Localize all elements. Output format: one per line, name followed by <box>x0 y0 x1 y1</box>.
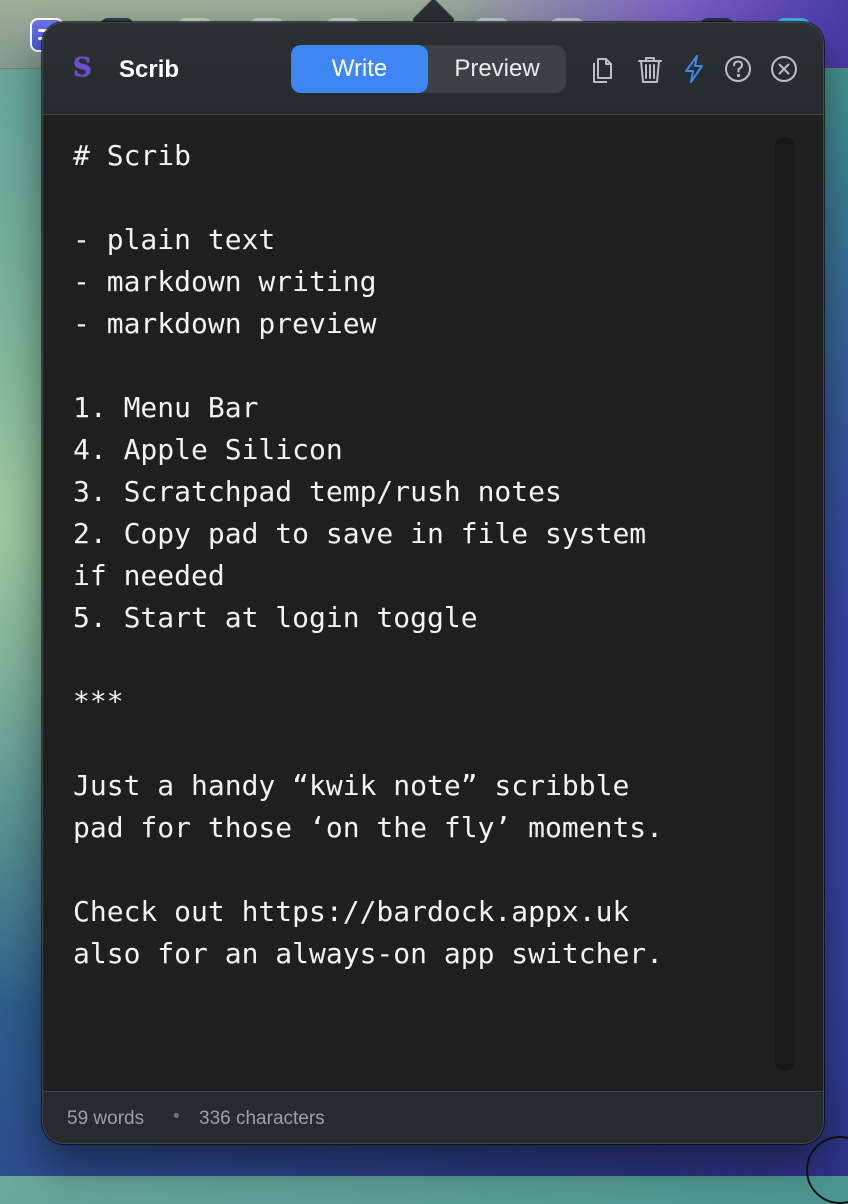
tab-preview[interactable]: Preview <box>428 45 566 93</box>
trash-icon[interactable] <box>635 53 665 85</box>
mode-switch: Write Preview <box>291 45 566 93</box>
tab-write[interactable]: Write <box>291 45 428 93</box>
word-count: 59 words <box>67 1108 145 1129</box>
scrollbar[interactable] <box>775 137 795 1071</box>
close-icon[interactable] <box>769 53 799 85</box>
app-title: Scrib <box>119 56 180 83</box>
copy-icon[interactable] <box>589 53 619 85</box>
scrib-popover: S Scrib Write Preview # Scrib - plain te… <box>42 22 824 1144</box>
character-count: 336 characters <box>199 1108 325 1129</box>
desktop-decoration <box>806 1136 848 1204</box>
scrib-logo: S <box>73 53 92 83</box>
editor-area[interactable]: # Scrib - plain text - markdown writing … <box>43 115 823 1091</box>
help-icon[interactable] <box>723 53 753 85</box>
status-bar: 59 words • 336 characters <box>43 1091 823 1143</box>
separator: • <box>173 1106 180 1127</box>
header-bar: S Scrib Write Preview <box>43 23 823 115</box>
lightning-icon[interactable] <box>679 53 709 85</box>
editor-text[interactable]: # Scrib - plain text - markdown writing … <box>73 135 773 975</box>
